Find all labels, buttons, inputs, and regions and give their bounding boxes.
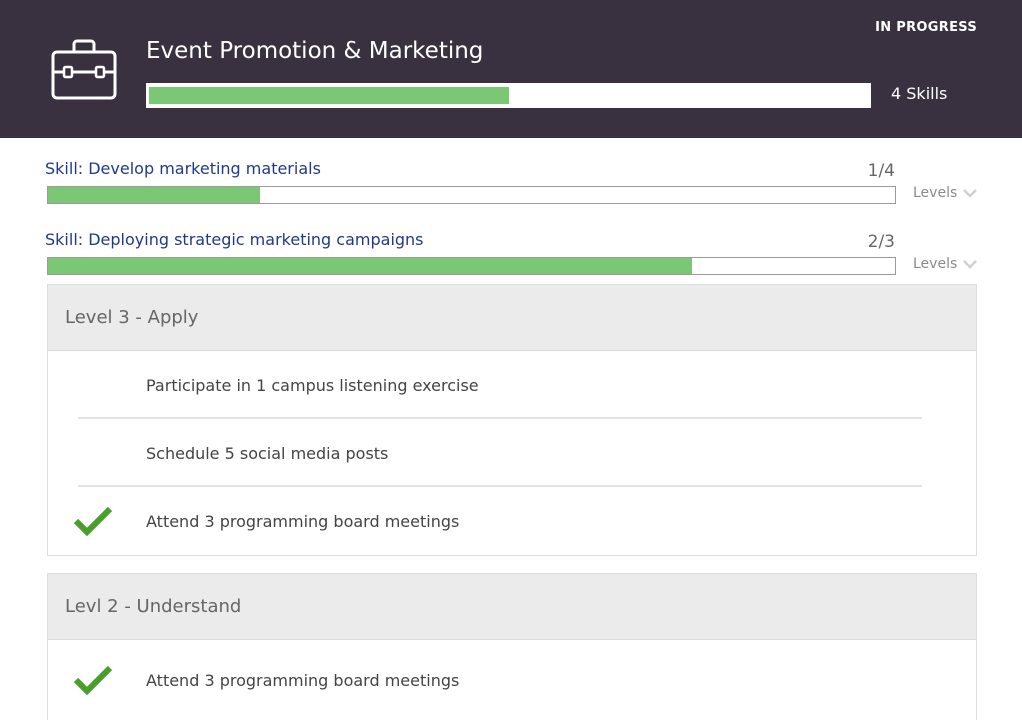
checkmark-icon — [74, 506, 112, 536]
skill-progress-fill — [48, 187, 260, 203]
skill-title[interactable]: Skill: Deploying strategic marketing cam… — [45, 230, 424, 249]
task-text: Attend 3 programming board meetings — [146, 670, 460, 690]
task-item: Schedule 5 social media posts — [48, 419, 976, 487]
level-title[interactable]: Levl 2 - Understand — [48, 574, 976, 640]
chevron-down-icon — [963, 189, 978, 198]
skills-count: 4 Skills — [891, 84, 948, 103]
levels-toggle[interactable]: Levels — [913, 256, 978, 272]
task-text: Attend 3 programming board meetings — [146, 511, 460, 531]
page-title: Event Promotion & Marketing — [146, 38, 484, 64]
skill-ratio: 2/3 — [867, 232, 895, 252]
skill-progress-fill — [48, 258, 692, 274]
levels-label: Levels — [913, 256, 958, 272]
task-item: Attend 3 programming board meetings — [48, 487, 976, 555]
level-title[interactable]: Level 3 - Apply — [48, 285, 976, 351]
task-text: Participate in 1 campus listening exerci… — [146, 375, 479, 395]
overall-progress-fill — [149, 87, 509, 104]
task-item: Attend 3 programming board meetings — [48, 640, 976, 720]
level-panel: Level 3 - Apply Participate in 1 campus … — [47, 284, 977, 556]
header-banner: Event Promotion & Marketing IN PROGRESS … — [0, 0, 1022, 138]
checkmark-icon — [74, 665, 112, 695]
levels-label: Levels — [913, 185, 958, 201]
levels-toggle[interactable]: Levels — [913, 185, 978, 201]
skill-progress-bar — [47, 257, 896, 275]
skill-ratio: 1/4 — [867, 161, 895, 181]
status-badge: IN PROGRESS — [875, 20, 977, 35]
skill-progress-bar — [47, 186, 896, 204]
chevron-down-icon — [963, 260, 978, 269]
briefcase-icon — [51, 39, 117, 100]
overall-progress-bar — [146, 83, 871, 108]
level-panel: Levl 2 - Understand Attend 3 programming… — [47, 573, 977, 720]
skill-title[interactable]: Skill: Develop marketing materials — [45, 159, 321, 178]
task-text: Schedule 5 social media posts — [146, 443, 389, 463]
task-item: Participate in 1 campus listening exerci… — [48, 351, 976, 419]
